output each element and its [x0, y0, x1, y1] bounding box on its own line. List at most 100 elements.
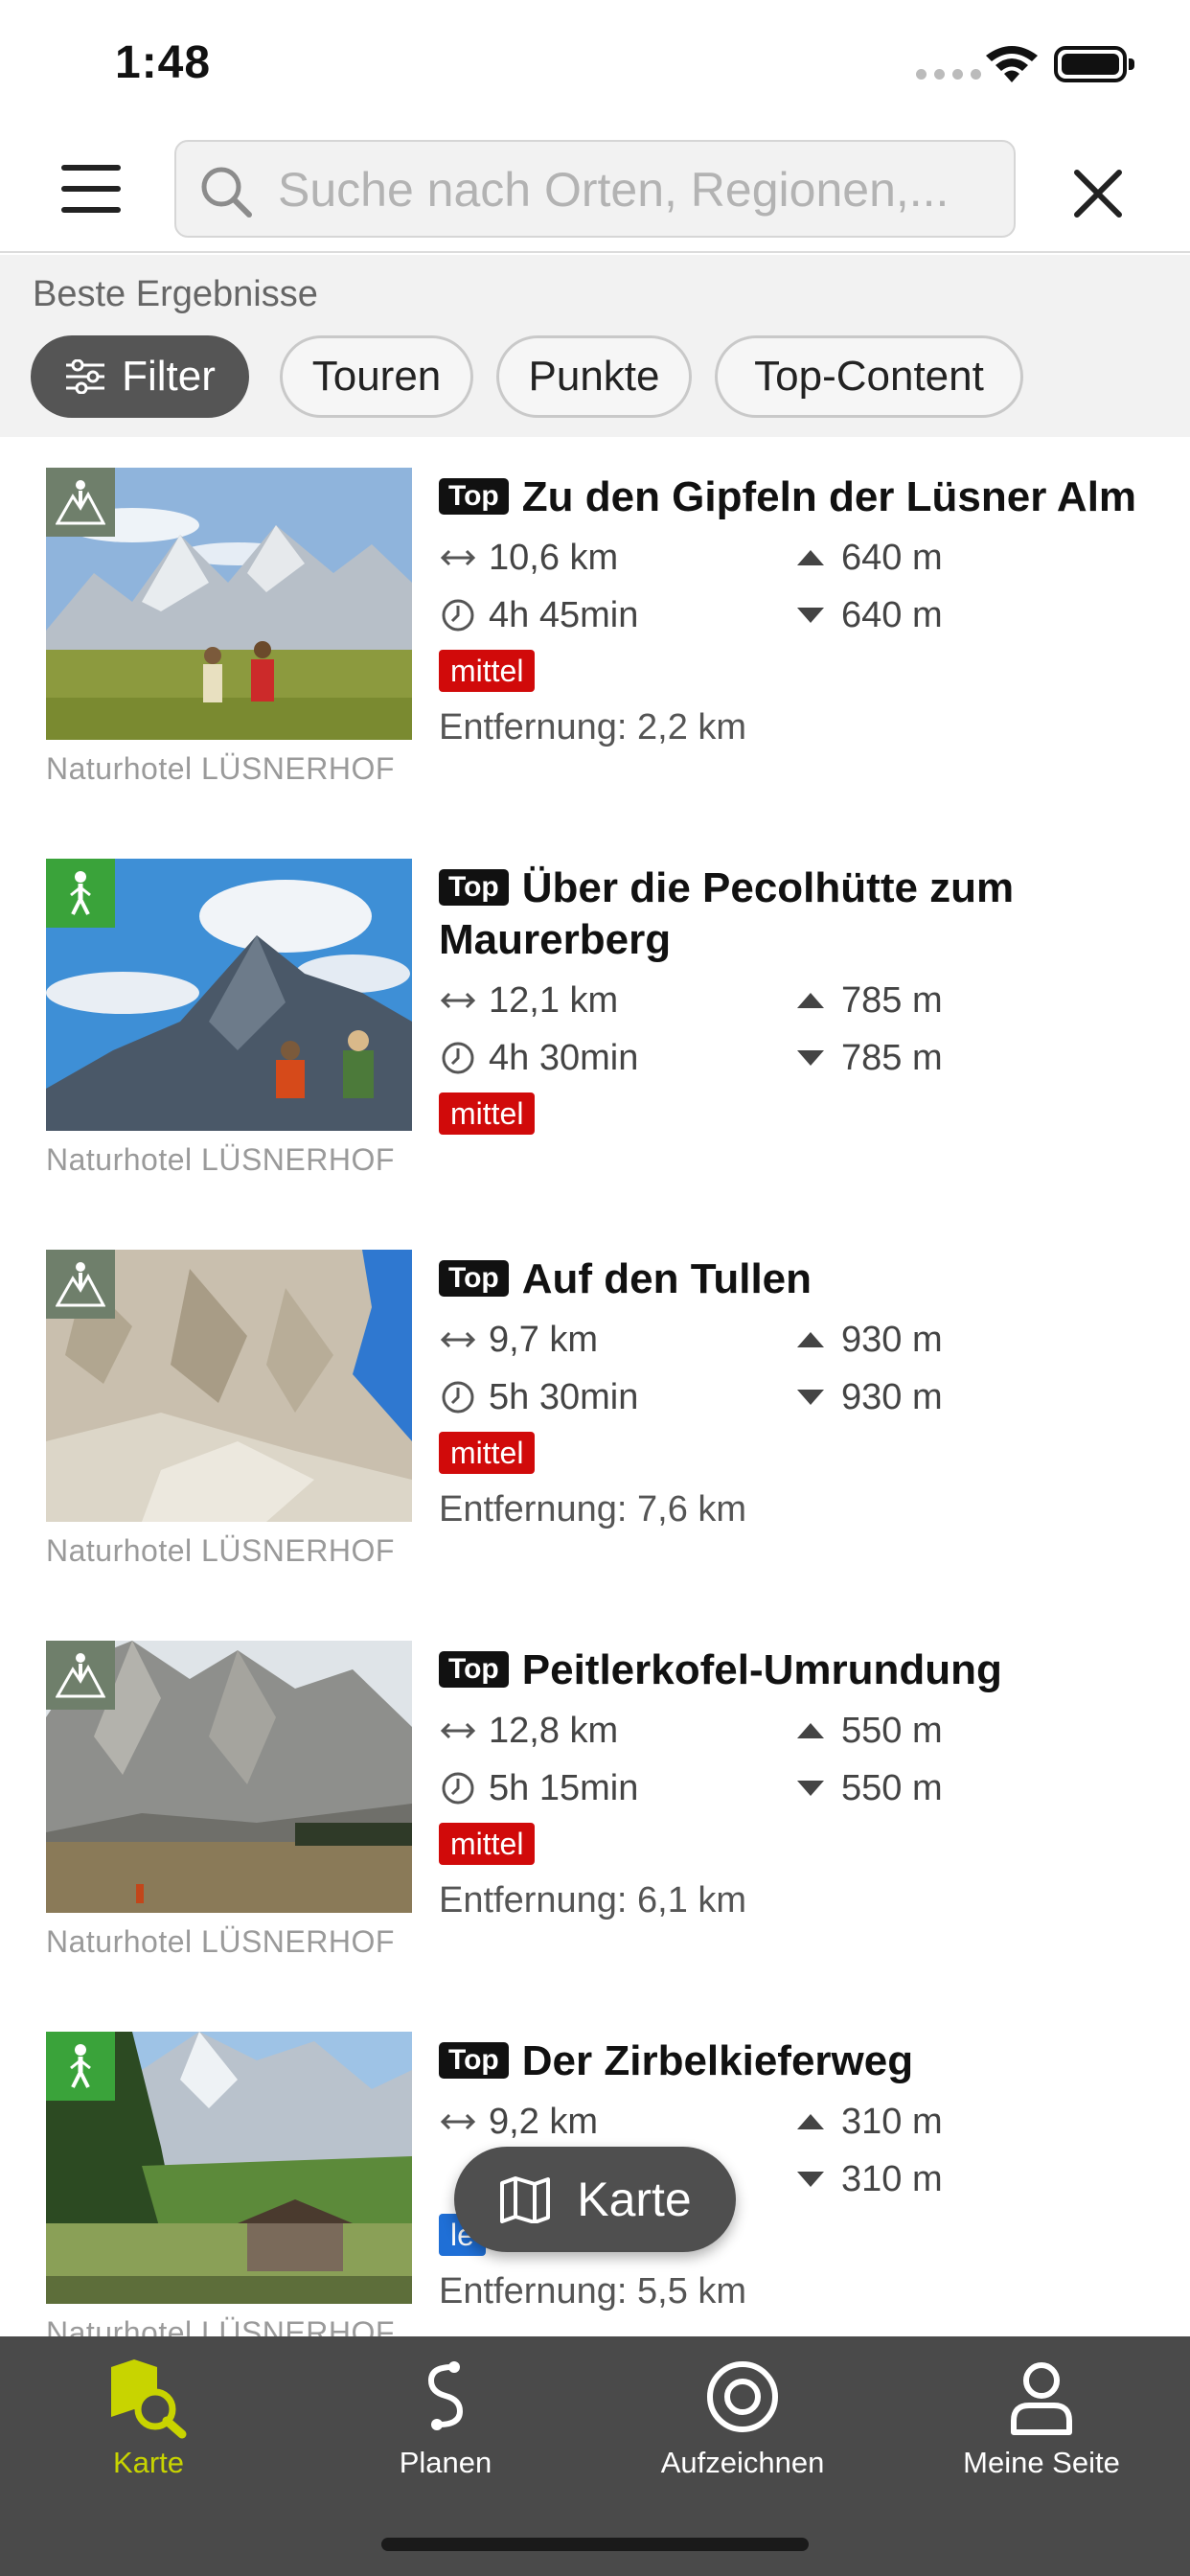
ascent-value: 640 m — [841, 537, 943, 578]
filter-chip-punkte[interactable]: Punkte — [496, 335, 692, 418]
status-time: 1:48 — [115, 37, 212, 88]
filter-chip-filter[interactable]: Filter — [31, 335, 249, 418]
proximity-text: Entfernung: 6,1 km — [439, 1880, 747, 1920]
map-button-label: Karte — [577, 2173, 692, 2226]
difficulty-badge: mittel — [439, 650, 536, 692]
tour-card[interactable]: Naturhotel LÜSNERHOF Top Zu den Gipfeln d… — [0, 437, 1190, 828]
ascent-triangle-icon — [797, 993, 824, 1008]
tour-title[interactable]: Top Zu den Gipfeln der Lüsner Alm — [439, 472, 1167, 523]
ascent-stat: 550 m — [791, 1702, 943, 1760]
chip-label: Punkte — [528, 353, 660, 400]
descent-stat: 785 m — [791, 1029, 943, 1087]
tour-title[interactable]: Top Auf den Tullen — [439, 1254, 1167, 1305]
ascent-stat: 785 m — [791, 972, 943, 1029]
difficulty-badge: mittel — [439, 1432, 536, 1474]
descent-triangle-icon — [797, 608, 824, 623]
battery-icon — [1054, 46, 1134, 82]
photo-credit: Naturhotel LÜSNERHOF — [46, 1924, 395, 1959]
tab-label: Karte — [112, 2446, 185, 2479]
tour-photo[interactable] — [46, 1641, 412, 1913]
tab-karte[interactable]: Karte — [0, 2336, 297, 2490]
tour-title[interactable]: Top Über die Pecolhütte zum Maurerberg — [439, 862, 1167, 966]
ascent-triangle-icon — [797, 1723, 824, 1738]
distance-arrows-icon — [440, 2113, 476, 2130]
distance-stat: 10,6 km — [439, 529, 618, 586]
distance-stat: 12,8 km — [439, 1702, 618, 1760]
filter-bar: Beste Ergebnisse Filter Touren Punkte To… — [0, 255, 1190, 437]
tour-photo[interactable] — [46, 859, 412, 1131]
tour-photo[interactable] — [46, 2032, 412, 2304]
proximity-text: Entfernung: 7,6 km — [439, 1489, 747, 1530]
top-badge: Top — [439, 869, 509, 906]
search-header — [0, 126, 1190, 253]
tour-photo[interactable] — [46, 1250, 412, 1522]
duration-stat: 5h 15min — [439, 1760, 638, 1817]
tab-label: Meine Seite — [963, 2446, 1120, 2479]
descent-triangle-icon — [797, 1050, 824, 1066]
distance-value: 10,6 km — [489, 537, 619, 578]
filter-chip-touren[interactable]: Touren — [280, 335, 473, 418]
ascent-triangle-icon — [797, 550, 824, 565]
ascent-stat: 640 m — [791, 529, 943, 586]
tour-info: Top Über die Pecolhütte zum Maurerberg 12… — [439, 862, 1167, 1135]
map-icon — [500, 2176, 551, 2223]
tour-title-text: Auf den Tullen — [521, 1255, 812, 1302]
duration-value: 5h 15min — [489, 1767, 639, 1808]
sliders-icon — [66, 359, 105, 394]
distance-stat: 9,7 km — [439, 1311, 598, 1368]
descent-value: 550 m — [841, 1767, 943, 1808]
tab-aufzeichnen[interactable]: Aufzeichnen — [594, 2336, 891, 2490]
tour-title[interactable]: Top Peitlerkofel-Umrundung — [439, 1644, 1167, 1696]
filter-chip-top-content[interactable]: Top-Content — [715, 335, 1023, 418]
ascent-value: 785 m — [841, 979, 943, 1021]
ascent-triangle-icon — [797, 1332, 824, 1347]
chip-label: Touren — [311, 353, 442, 400]
walking-icon — [46, 2032, 115, 2101]
photo-credit: Naturhotel LÜSNERHOF — [46, 751, 395, 786]
tab-planen[interactable]: Planen — [297, 2336, 594, 2490]
descent-triangle-icon — [797, 1781, 824, 1796]
tour-title[interactable]: Top Der Zirbelkieferweg — [439, 2036, 1167, 2087]
descent-stat: 640 m — [791, 586, 943, 644]
tour-photo[interactable] — [46, 468, 412, 740]
tour-card[interactable]: Naturhotel LÜSNERHOF Top Auf den Tullen 9… — [0, 1219, 1190, 1610]
distance-value: 12,1 km — [489, 979, 619, 1021]
distance-value: 9,7 km — [489, 1319, 599, 1360]
tour-stats: 9,7 km 930 m 5h 30min 930 m — [439, 1311, 1167, 1426]
section-label: Beste Ergebnisse — [33, 274, 318, 314]
ascent-value: 310 m — [841, 2101, 943, 2142]
tab-meine-seite[interactable]: Meine Seite — [893, 2336, 1190, 2490]
distance-value: 9,2 km — [489, 2101, 599, 2142]
descent-stat: 310 m — [791, 2150, 943, 2208]
duration-stat: 4h 30min — [439, 1029, 638, 1087]
record-icon — [707, 2361, 778, 2432]
proximity-text: Entfernung: 2,2 km — [439, 707, 747, 748]
top-badge: Top — [439, 478, 509, 515]
difficulty-badge: mittel — [439, 1092, 536, 1135]
duration-stat: 5h 30min — [439, 1368, 638, 1426]
descent-stat: 930 m — [791, 1368, 943, 1426]
search-box[interactable] — [174, 140, 1016, 238]
map-view-button[interactable]: Karte — [454, 2147, 736, 2252]
chip-label: Filter — [122, 353, 216, 400]
descent-value: 785 m — [841, 1037, 943, 1078]
tour-card[interactable]: Naturhotel LÜSNERHOF Top Peitlerkofel-Umr… — [0, 1610, 1190, 2001]
tour-title-text: Über die Pecolhütte zum Maurerberg — [439, 864, 1015, 963]
ascent-stat: 930 m — [791, 1311, 943, 1368]
descent-triangle-icon — [797, 1390, 824, 1405]
duration-value: 4h 45min — [489, 594, 639, 635]
person-icon — [1011, 2362, 1072, 2435]
distance-stat: 12,1 km — [439, 972, 618, 1029]
distance-stat: 9,2 km — [439, 2093, 598, 2150]
tour-card[interactable]: Naturhotel LÜSNERHOF Top Über die Pecolhü… — [0, 828, 1190, 1219]
tour-title-text: Der Zirbelkieferweg — [521, 2037, 914, 2084]
cellular-signal-icon — [916, 69, 981, 80]
search-input[interactable] — [278, 155, 987, 224]
close-icon[interactable] — [1069, 165, 1127, 222]
menu-icon[interactable] — [61, 165, 121, 213]
tour-title-text: Zu den Gipfeln der Lüsner Alm — [521, 473, 1137, 520]
descent-triangle-icon — [797, 2172, 824, 2187]
hiking-icon — [46, 1641, 115, 1710]
clock-icon — [442, 599, 474, 632]
wifi-icon — [986, 46, 1038, 82]
